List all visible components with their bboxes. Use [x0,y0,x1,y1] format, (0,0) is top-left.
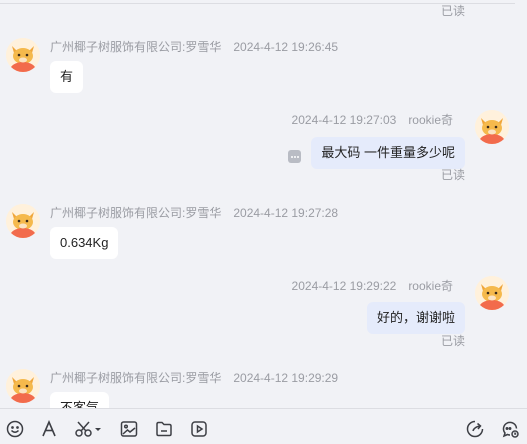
message-time: 2024-4-12 19:27:03 [291,113,397,127]
video-icon[interactable] [189,419,209,439]
cat-avatar-icon [6,369,40,403]
image-icon[interactable] [119,419,139,439]
avatar[interactable] [6,38,40,72]
avatar[interactable] [475,110,509,144]
message-meta: 2024-4-12 19:29:22 rookie奇 [292,277,465,294]
avatar[interactable] [6,369,40,403]
sender-name: rookie奇 [408,113,453,127]
chat-history-icon[interactable] [500,419,520,439]
cat-avatar-icon [6,204,40,238]
scrollbar[interactable] [519,0,527,408]
more-options-icon[interactable] [288,150,301,163]
message-time: 2024-4-12 19:26:45 [233,40,339,54]
cat-avatar-icon [475,110,509,144]
message-time: 2024-4-12 19:27:28 [233,206,339,220]
message-bubble[interactable]: 有 [50,61,84,93]
message-bubble[interactable]: 0.634Kg [50,227,119,259]
sender-name: 广州椰子树服饰有限公司:罗雪华 [50,40,222,54]
chat-area: 已读 广州椰子树服饰有限公司:罗雪华 2024-4-12 19:26:45 有 [0,0,527,408]
message-meta: 2024-4-12 19:27:03 rookie奇 [292,111,465,128]
message-bubble[interactable]: 最大码 一件重量多少呢 [311,137,465,169]
share-icon[interactable] [465,419,485,439]
divider [0,3,515,4]
message-bubble[interactable]: 不客气 [50,392,110,408]
message-time: 2024-4-12 19:29:29 [233,371,339,385]
read-status: 已读 [440,168,465,182]
sender-name: 广州椰子树服饰有限公司:罗雪华 [50,371,222,385]
message-meta: 广州椰子树服饰有限公司:罗雪华 2024-4-12 19:29:29 [50,369,338,386]
message-time: 2024-4-12 19:29:22 [291,279,397,293]
read-status: 已读 [440,334,465,348]
file-icon[interactable] [154,419,174,439]
cat-avatar-icon [6,38,40,72]
read-status: 已读 [440,4,465,18]
message-meta: 广州椰子树服饰有限公司:罗雪华 2024-4-12 19:26:45 [50,38,338,55]
scissors-icon[interactable] [74,419,104,439]
input-toolbar [0,408,527,444]
emoji-icon[interactable] [5,419,25,439]
avatar[interactable] [475,276,509,310]
message-meta: 广州椰子树服饰有限公司:罗雪华 2024-4-12 19:27:28 [50,204,338,221]
sender-name: rookie奇 [408,279,453,293]
font-icon[interactable] [39,419,59,439]
cat-avatar-icon [475,276,509,310]
message-bubble[interactable]: 好的，谢谢啦 [366,302,465,334]
sender-name: 广州椰子树服饰有限公司:罗雪华 [50,206,222,220]
avatar[interactable] [6,204,40,238]
